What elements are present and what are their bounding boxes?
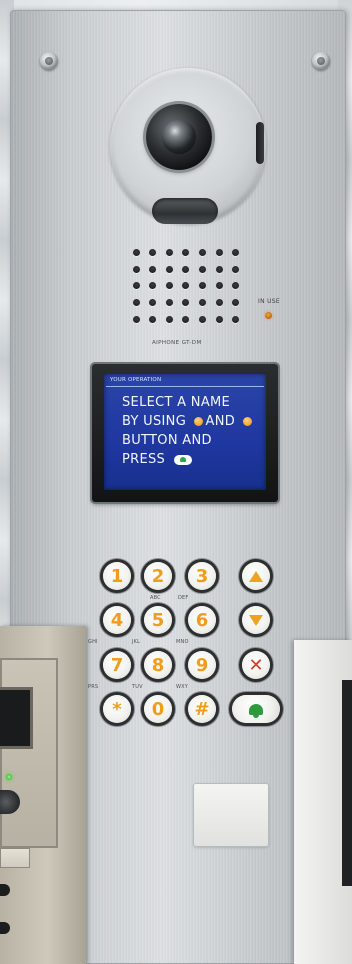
key-7-letters: PRS [88,684,99,690]
speaker-hole [182,299,190,307]
lcd-line-1: SELECT A NAME [122,395,231,410]
speaker-hole [165,248,173,256]
left-unit-led-icon [6,774,12,780]
camera-light-window [152,198,218,224]
key-0[interactable]: 0 [144,695,172,723]
key-9[interactable]: 9 [188,651,216,679]
speaker-hole [182,248,190,256]
down-button-icon [242,417,252,426]
speaker-hole [232,299,240,307]
screw-icon [40,52,58,70]
key-7[interactable]: 7 [103,651,131,679]
speaker-hole [165,265,173,273]
clear-x-icon: ✕ [248,654,264,676]
key-1[interactable]: 1 [103,562,131,590]
key-4[interactable]: 4 [103,606,131,634]
speaker-hole [149,248,157,256]
key-2-letters: ABC [150,595,161,601]
speaker-hole [232,282,240,290]
lcd-line-4: PRESS [122,452,192,467]
lcd-line-2b: AND [205,414,236,429]
speaker-hole [232,316,240,324]
speaker-hole [215,316,223,324]
left-unit-screen [0,690,30,746]
up-button-icon [193,417,203,426]
key-6-letters: MNO [176,639,189,645]
bell-call-icon [249,703,263,718]
lcd-divider [106,386,264,387]
up-button[interactable] [242,562,270,590]
call-button[interactable] [232,695,280,723]
arrow-down-icon [249,614,263,626]
speaker-hole [199,248,207,256]
key-3[interactable]: 3 [188,562,216,590]
speaker-hole [199,282,207,290]
in-use-led-icon [265,312,272,319]
speaker-hole [215,282,223,290]
speaker-hole [149,299,157,307]
screw-icon [312,52,330,70]
speaker-hole [132,265,140,273]
camera-lens-center [162,120,196,154]
clear-button[interactable]: ✕ [242,651,270,679]
key-4-letters: GHI [88,639,98,645]
camera-sensor-slot [256,122,264,164]
key-hash[interactable]: # [188,695,216,723]
speaker-hole [182,265,190,273]
key-8-letters: TUV [132,684,143,690]
call-button-icon [173,454,192,465]
speaker-hole [149,316,157,324]
left-unit-panel [0,658,58,848]
key-5-letters: JKL [132,639,141,645]
right-unit-screen [342,680,352,886]
down-button[interactable] [242,606,270,634]
speaker-hole [182,316,190,324]
speaker-hole [149,265,157,273]
arrow-up-icon [249,570,263,582]
key-6[interactable]: 6 [188,606,216,634]
intercom-photo: IN USE AIPHONE GT-DM YOUR OPERATION SELE… [0,0,352,964]
key-star[interactable]: * [103,695,131,723]
speaker-hole [232,248,240,256]
lcd-line-2: BY USING AND [122,414,255,429]
key-8[interactable]: 8 [144,651,172,679]
in-use-label: IN USE [258,298,280,305]
card-reader[interactable] [194,784,268,846]
speaker-hole [199,316,207,324]
speaker-hole [232,265,240,273]
speaker-hole [199,265,207,273]
speaker-hole [215,265,223,273]
lcd-line-4-text: PRESS [122,452,166,467]
speaker-hole [165,282,173,290]
lcd-screen [104,374,266,490]
speaker-hole [149,282,157,290]
speaker-hole [215,248,223,256]
speaker-hole [132,316,140,324]
speaker-hole [165,316,173,324]
speaker-hole [132,299,140,307]
lcd-line-3: BUTTON AND [122,433,212,448]
speaker-hole [165,299,173,307]
brand-label: AIPHONE GT-DM [152,340,202,346]
lcd-line-2a: BY USING [122,414,187,429]
key-2[interactable]: 2 [144,562,172,590]
key-3-letters: DEF [178,595,189,601]
lcd-header: YOUR OPERATION [110,377,162,383]
speaker-hole [215,299,223,307]
speaker-hole [132,248,140,256]
key-5[interactable]: 5 [144,606,172,634]
left-unit-slot [0,848,30,868]
speaker-hole [182,282,190,290]
speaker-hole [199,299,207,307]
key-9-letters: WXY [176,684,189,690]
speaker-hole [132,282,140,290]
speaker-grille [128,244,244,328]
